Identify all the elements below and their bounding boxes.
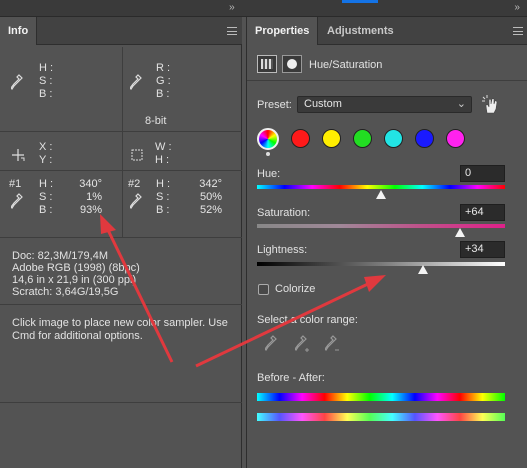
before-after-label: Before - After: — [257, 372, 325, 384]
adjustment-layer-icon — [257, 55, 277, 73]
chevron-down-icon: ⌄ — [456, 98, 466, 110]
preset-dropdown[interactable]: Custom ⌄ — [297, 96, 472, 113]
h2-label: H : — [155, 154, 170, 166]
doc-profile: Adobe RGB (1998) (8bpc) — [12, 262, 140, 274]
before-color-bar — [257, 393, 505, 401]
info-tabbar: Info — [0, 17, 242, 45]
b2-label: B : — [156, 88, 170, 100]
b-label: B : — [39, 88, 53, 100]
eyedropper-minus-icon[interactable] — [325, 335, 341, 353]
r-label: R : — [156, 62, 171, 74]
h-label: H : — [39, 62, 54, 74]
hint-text: Click image to place new color sampler. … — [12, 317, 240, 343]
panel-menu-icon[interactable] — [227, 27, 237, 35]
saturation-label: Saturation: — [257, 207, 311, 219]
selection-size-icon — [131, 149, 143, 161]
sampler-2-saturation: 50% — [199, 191, 222, 203]
g-label: G : — [156, 75, 171, 87]
doc-dimensions: 14,6 in x 21,9 in (300 ppi) — [12, 274, 137, 286]
s-label: S : — [39, 75, 53, 87]
b-label: B : — [39, 204, 53, 216]
doc-size: Doc: 82,3M/179,4M — [12, 250, 108, 262]
sampler-2-brightness: 52% — [199, 204, 222, 216]
hue-input[interactable]: 0 — [460, 165, 505, 182]
hue-slider-thumb[interactable] — [376, 190, 386, 199]
tab-info[interactable]: Info — [0, 17, 38, 45]
adjustment-title: Hue/Saturation — [309, 59, 383, 71]
eyedropper-icon — [11, 193, 23, 209]
sampler-1-hue: 340° — [79, 178, 102, 190]
selected-indicator — [266, 152, 270, 156]
h-label: H : — [156, 178, 171, 190]
doc-scratch: Scratch: 3,64G/19,5G — [12, 286, 119, 298]
h-label: H : — [39, 178, 54, 190]
reds-swatch[interactable] — [291, 129, 310, 148]
colorize-checkbox[interactable] — [258, 284, 269, 295]
hint-line: Cmd for additional options. — [12, 330, 143, 342]
divider — [0, 170, 242, 171]
saturation-slider-track[interactable] — [257, 224, 505, 228]
hue-slider-track[interactable] — [257, 185, 505, 189]
divider — [0, 304, 242, 305]
greens-swatch[interactable] — [353, 129, 372, 148]
x-label: X : — [39, 141, 53, 153]
active-indicator — [342, 0, 378, 3]
sampler-2-id: #2 — [128, 178, 141, 190]
cyans-swatch[interactable] — [384, 129, 403, 148]
master-channel-swatch[interactable] — [257, 128, 279, 150]
s-label: S : — [39, 191, 53, 203]
doc-info: Doc: 82,3M/179,4M Adobe RGB (1998) (8bpc… — [12, 250, 140, 298]
saturation-input[interactable]: +64 — [460, 204, 505, 221]
eyedropper-icon — [130, 193, 142, 209]
properties-panel: Properties Adjustments Hue/Saturation Pr… — [246, 17, 527, 468]
after-color-bar — [257, 413, 505, 421]
hue-label: Hue: — [257, 168, 281, 180]
sampler-1-brightness: 93% — [79, 204, 102, 216]
properties-tabbar: Properties Adjustments — [247, 17, 527, 45]
preset-label: Preset: — [257, 99, 292, 111]
sampler-1-id: #1 — [9, 178, 22, 190]
lightness-slider-thumb[interactable] — [418, 265, 429, 274]
lightness-input[interactable]: +34 — [460, 241, 505, 258]
blues-swatch[interactable] — [415, 129, 434, 148]
collapse-icon[interactable]: ›› — [229, 2, 519, 13]
crosshair-icon — [12, 149, 25, 161]
bit-depth: 8-bit — [145, 115, 167, 127]
info-panel: Info H : S : B : R : G : B : 8-bit X : Y… — [0, 17, 242, 468]
sampler-1-saturation: 1% — [86, 191, 102, 203]
yellows-swatch[interactable] — [322, 129, 341, 148]
panel-menu-icon[interactable] — [513, 27, 523, 35]
magentas-swatch[interactable] — [446, 129, 465, 148]
divider — [122, 47, 123, 131]
lightness-label: Lightness: — [257, 244, 308, 256]
targeted-adjustment-hand-icon[interactable] — [481, 95, 501, 115]
eyedropper-plus-icon[interactable] — [295, 335, 311, 353]
color-range-label: Select a color range: — [257, 314, 358, 326]
divider — [122, 170, 123, 238]
top-strip: ›› ›› — [0, 0, 527, 17]
divider — [0, 131, 242, 132]
preset-value: Custom — [304, 98, 342, 110]
tab-properties[interactable]: Properties — [247, 17, 319, 45]
colorize-label: Colorize — [275, 283, 316, 295]
divider — [0, 402, 242, 403]
y-label: Y : — [39, 154, 53, 166]
hint-line: Click image to place new color sampler. … — [12, 317, 228, 329]
eyedropper-icon — [130, 74, 142, 90]
s-label: S : — [156, 191, 170, 203]
tab-adjustments[interactable]: Adjustments — [319, 17, 402, 45]
w-label: W : — [155, 141, 172, 153]
eyedropper-icon — [11, 74, 23, 90]
sampler-2-hue: 342° — [199, 178, 222, 190]
eyedropper-icon[interactable] — [265, 335, 277, 351]
lightness-slider-track[interactable] — [257, 262, 505, 266]
divider — [0, 237, 242, 238]
saturation-slider-thumb[interactable] — [455, 228, 466, 237]
layer-mask-icon[interactable] — [282, 55, 302, 73]
b-label: B : — [156, 204, 170, 216]
divider — [247, 80, 527, 81]
collapse-icon-right[interactable]: ›› — [514, 2, 520, 13]
